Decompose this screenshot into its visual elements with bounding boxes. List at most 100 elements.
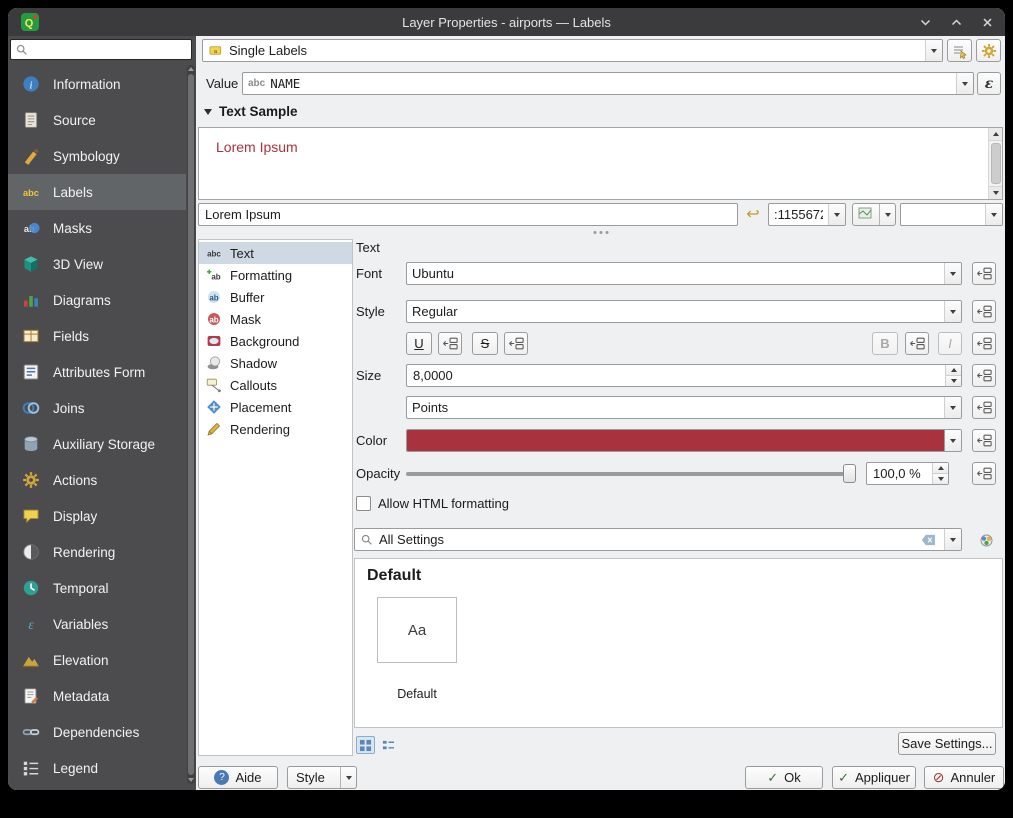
spin-buttons[interactable] <box>945 365 961 386</box>
sidebar-item-attributes-form[interactable]: Attributes Form <box>8 354 186 390</box>
color-label: Color <box>356 433 387 448</box>
tab-background[interactable]: Background <box>199 330 352 352</box>
sidebar-item-actions[interactable]: Actions <box>8 462 186 498</box>
sidebar-item-variables[interactable]: εVariables <box>8 606 186 642</box>
data-defined-icon <box>976 369 992 382</box>
data-defined-override-button[interactable] <box>504 332 528 355</box>
data-defined-override-button[interactable] <box>972 300 996 323</box>
sidebar-item-fields[interactable]: Fields <box>8 318 186 354</box>
slider-handle[interactable] <box>843 464 856 483</box>
dropdown-arrow-icon[interactable] <box>944 430 961 451</box>
tab-formatting[interactable]: abFormatting <box>199 264 352 286</box>
labeling-mode-combo[interactable]: a Single Labels <box>202 39 943 62</box>
strikeout-button[interactable]: S <box>472 332 498 355</box>
expression-builder-button[interactable]: ε <box>977 72 1001 95</box>
opacity-slider[interactable] <box>406 462 856 485</box>
style-menu-button[interactable]: Style <box>287 766 357 789</box>
cancel-button[interactable]: ⊘Annuler <box>924 766 1004 789</box>
svg-text:abc: abc <box>23 188 39 198</box>
sidebar-item-source[interactable]: Source <box>8 102 186 138</box>
sidebar-item-rendering[interactable]: Rendering <box>8 534 186 570</box>
tab-rendering[interactable]: Rendering <box>199 418 352 440</box>
settings-filter-box[interactable]: All Settings <box>354 528 962 551</box>
preview-scrollbar[interactable] <box>988 128 1002 199</box>
sidebar-item-display[interactable]: Display <box>8 498 186 534</box>
dropdown-arrow-icon <box>956 73 973 94</box>
reset-sample-button[interactable]: ↩ <box>741 203 765 226</box>
size-spinbox[interactable]: 8,0000 <box>406 364 962 387</box>
sidebar-item-information[interactable]: iInformation <box>8 66 186 102</box>
sidebar-item-dependencies[interactable]: Dependencies <box>8 714 186 750</box>
preview-background-combo[interactable] <box>900 203 1003 226</box>
scroll-down-icon[interactable] <box>989 186 1002 199</box>
labeling-rules-button[interactable] <box>947 39 972 62</box>
allow-html-checkbox[interactable] <box>356 496 371 511</box>
tab-buffer[interactable]: abBuffer <box>199 286 352 308</box>
data-defined-override-button[interactable] <box>972 262 996 285</box>
data-defined-override-button[interactable] <box>972 429 996 452</box>
dropdown-arrow-icon <box>944 263 961 284</box>
splitter-handle[interactable] <box>593 231 608 234</box>
data-defined-override-button[interactable] <box>972 364 996 387</box>
sidebar-item-legend[interactable]: Legend <box>8 750 186 786</box>
size-unit-combo[interactable]: Points <box>406 396 962 419</box>
tab-text[interactable]: abcText <box>199 242 352 264</box>
attributes-form-icon <box>21 362 41 382</box>
sidebar-item-metadata[interactable]: Metadata <box>8 678 186 714</box>
style-item-default[interactable]: Aa <box>377 597 457 663</box>
style-manager-button[interactable] <box>974 530 998 550</box>
help-button[interactable]: ?Aide <box>198 766 278 789</box>
sidebar-nav: iInformation Source Symbology abcLabels … <box>8 66 186 786</box>
tab-mask[interactable]: abMask <box>199 308 352 330</box>
search-icon <box>360 533 373 546</box>
sidebar-item-joins[interactable]: Joins <box>8 390 186 426</box>
sidebar-item-labels[interactable]: abcLabels <box>8 174 186 210</box>
tab-placement[interactable]: Placement <box>199 396 352 418</box>
data-defined-override-button[interactable] <box>972 462 996 485</box>
opacity-spinbox[interactable]: 100,0 % <box>866 462 949 485</box>
tab-callouts[interactable]: Callouts <box>199 374 352 396</box>
text-sample-section-header[interactable]: Text Sample <box>204 104 298 119</box>
titlebar[interactable]: Q Layer Properties - airports — Labels <box>8 8 1005 36</box>
data-defined-override-button[interactable] <box>972 332 996 355</box>
rendering-icon <box>21 542 41 562</box>
sample-text-input[interactable] <box>198 203 738 226</box>
panel-title: Text <box>356 240 380 255</box>
settings-filter-value: All Settings <box>379 532 444 547</box>
sidebar-item-temporal[interactable]: Temporal <box>8 570 186 606</box>
sidebar-item-auxiliary-storage[interactable]: Auxiliary Storage <box>8 426 186 462</box>
data-defined-override-button[interactable] <box>972 396 996 419</box>
preview-scale-combo[interactable]: :11556721 <box>768 203 846 226</box>
data-defined-override-button[interactable] <box>438 332 462 355</box>
value-field-combo[interactable]: abc NAME <box>242 72 974 95</box>
icon-view-toggle[interactable] <box>356 736 375 754</box>
shade-button[interactable] <box>920 17 931 28</box>
maximize-button[interactable] <box>951 17 962 28</box>
sidebar-item-3d-view[interactable]: 3D View <box>8 246 186 282</box>
ok-button[interactable]: ✓Ok <box>745 766 823 789</box>
save-settings-button[interactable]: Save Settings... <box>898 732 996 755</box>
clear-filter-icon[interactable] <box>921 534 936 546</box>
apply-button[interactable]: ✓Appliquer <box>832 766 916 789</box>
text-color-button[interactable] <box>406 429 962 452</box>
close-button[interactable] <box>982 17 993 28</box>
properties-search-input[interactable] <box>31 43 187 57</box>
tab-shadow[interactable]: Shadow <box>199 352 352 374</box>
bold-button[interactable]: B <box>872 332 898 355</box>
font-style-combo[interactable]: Regular <box>406 300 962 323</box>
sidebar-item-elevation[interactable]: Elevation <box>8 642 186 678</box>
spin-buttons[interactable] <box>932 463 948 484</box>
italic-button[interactable]: I <box>938 332 962 355</box>
sidebar-item-symbology[interactable]: Symbology <box>8 138 186 174</box>
underline-button[interactable]: U <box>406 332 432 355</box>
scroll-up-icon[interactable] <box>989 128 1002 141</box>
sidebar-scrollbar[interactable] <box>187 65 195 784</box>
sidebar-item-masks[interactable]: abMasks <box>8 210 186 246</box>
scrollbar-thumb[interactable] <box>991 143 1001 184</box>
map-scale-button[interactable] <box>852 203 896 226</box>
list-view-toggle[interactable] <box>379 736 398 754</box>
font-combo[interactable]: Ubuntu <box>406 262 962 285</box>
automated-placement-button[interactable] <box>976 39 1001 62</box>
sidebar-item-diagrams[interactable]: Diagrams <box>8 282 186 318</box>
data-defined-override-button[interactable] <box>905 332 929 355</box>
